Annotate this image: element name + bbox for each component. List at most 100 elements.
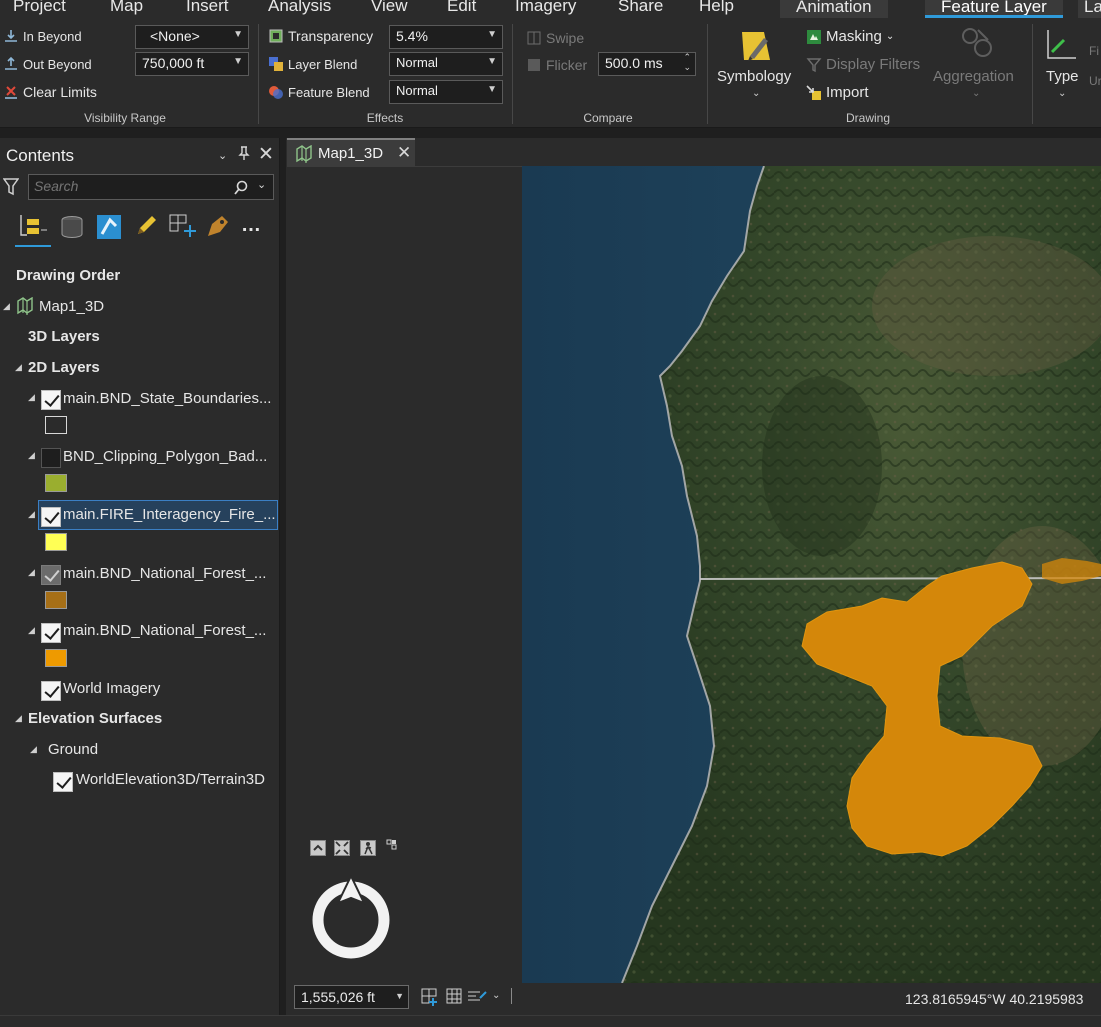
collapse-triangle-icon[interactable]: ◢ bbox=[15, 713, 22, 724]
layer-blend-combo[interactable]: Normal ▼ bbox=[389, 52, 503, 76]
grid-icon[interactable] bbox=[446, 988, 462, 1007]
feature-blend-combo[interactable]: Normal ▼ bbox=[389, 80, 503, 104]
list-by-labeling-icon[interactable] bbox=[206, 214, 230, 241]
flicker-interval-input[interactable]: 500.0 ms ⌃ ⌄ bbox=[598, 52, 696, 76]
layer-visibility-checkbox[interactable] bbox=[53, 772, 73, 792]
drawing-order-heading: Drawing Order bbox=[16, 267, 121, 284]
layer-national-forest-2[interactable]: main.BND_National_Forest_... bbox=[63, 622, 266, 639]
tab-analysis[interactable]: Analysis bbox=[268, 0, 331, 16]
collapse-triangle-icon[interactable]: ◢ bbox=[28, 509, 35, 520]
navigator-compass-icon[interactable] bbox=[308, 872, 394, 962]
in-beyond-combo[interactable]: <None> ▼ bbox=[135, 25, 249, 49]
out-beyond-combo[interactable]: 750,000 ft ▼ bbox=[135, 52, 249, 76]
collapse-triangle-icon[interactable]: ◢ bbox=[28, 450, 35, 461]
collapse-triangle-icon[interactable]: ◢ bbox=[15, 362, 22, 373]
layer-swatch[interactable] bbox=[45, 649, 67, 667]
layer-visibility-checkbox[interactable] bbox=[41, 390, 61, 410]
tree-elevation-surfaces[interactable]: Elevation Surfaces bbox=[28, 710, 162, 727]
transparency-combo[interactable]: 5.4% ▼ bbox=[389, 25, 503, 49]
import-button[interactable]: Import bbox=[806, 84, 869, 101]
field-button-partial[interactable]: Fi bbox=[1089, 44, 1099, 58]
close-icon[interactable]: ✕ bbox=[258, 143, 274, 166]
tab-animation[interactable]: Animation bbox=[780, 0, 888, 18]
collapse-triangle-icon[interactable]: ◢ bbox=[3, 301, 10, 312]
collapse-triangle-icon[interactable]: ◢ bbox=[28, 567, 35, 578]
tab-imagery[interactable]: Imagery bbox=[515, 0, 576, 16]
list-by-selection-icon[interactable] bbox=[96, 214, 122, 243]
tab-project[interactable]: Project bbox=[13, 0, 66, 16]
chevron-down-icon[interactable]: ⌄ bbox=[1058, 88, 1066, 99]
layer-visibility-checkbox[interactable] bbox=[41, 507, 61, 527]
layer-world-imagery[interactable]: World Imagery bbox=[63, 680, 160, 697]
layer-visibility-checkbox[interactable] bbox=[41, 681, 61, 701]
close-icon[interactable]: ✕ bbox=[397, 143, 411, 163]
list-by-drawing-order-icon[interactable] bbox=[18, 213, 48, 242]
spinner-icon[interactable]: ⌃ ⌄ bbox=[683, 52, 691, 72]
masking-button[interactable]: Masking ⌄ bbox=[806, 28, 894, 45]
chevron-down-icon: ▼ bbox=[487, 29, 497, 40]
layer-swatch[interactable] bbox=[45, 533, 67, 551]
display-filters-button[interactable]: Display Filters bbox=[806, 56, 920, 73]
correction-icon[interactable] bbox=[467, 988, 487, 1007]
contents-search[interactable]: ⌄ bbox=[28, 174, 274, 200]
list-by-data-source-icon[interactable] bbox=[60, 215, 84, 242]
more-icon[interactable]: … bbox=[241, 214, 261, 237]
layer-visibility-checkbox[interactable] bbox=[41, 565, 61, 585]
tab-map1-3d[interactable]: Map1_3D ✕ bbox=[287, 138, 415, 166]
tree-2d-layers[interactable]: 2D Layers bbox=[28, 359, 100, 376]
type-button[interactable]: Type bbox=[1046, 68, 1079, 85]
compare-group-label: Compare bbox=[583, 111, 633, 125]
tree-map-name[interactable]: Map1_3D bbox=[39, 298, 104, 315]
pin-icon[interactable] bbox=[238, 146, 250, 164]
swipe-button[interactable]: Swipe bbox=[526, 30, 584, 46]
layer-swatch[interactable] bbox=[45, 474, 67, 492]
clear-limits-button[interactable]: Clear Limits bbox=[3, 84, 97, 100]
tab-help[interactable]: Help bbox=[699, 0, 734, 16]
list-by-snapping-icon[interactable] bbox=[168, 213, 196, 242]
layer-swatch[interactable] bbox=[45, 416, 67, 434]
layer-national-forest-1[interactable]: main.BND_National_Forest_... bbox=[63, 565, 266, 582]
map-scale-combo[interactable]: 1,555,026 ft ▼ bbox=[294, 985, 409, 1009]
navigator-expand-icon[interactable] bbox=[310, 840, 326, 856]
tab-edit[interactable]: Edit bbox=[447, 0, 476, 16]
aggregation-button[interactable]: Aggregation bbox=[933, 68, 1014, 85]
collapse-triangle-icon[interactable]: ◢ bbox=[28, 625, 35, 636]
first-person-icon[interactable] bbox=[360, 840, 376, 856]
navigator-options-icon[interactable] bbox=[386, 838, 398, 854]
list-by-editing-icon[interactable] bbox=[134, 214, 158, 241]
ribbon-separator bbox=[1032, 24, 1033, 124]
collapse-triangle-icon[interactable]: ◢ bbox=[30, 744, 37, 755]
search-input[interactable] bbox=[34, 178, 224, 194]
unique-values-button-partial[interactable]: Ur bbox=[1089, 74, 1101, 88]
layer-visibility-checkbox[interactable] bbox=[41, 623, 61, 643]
chevron-down-icon[interactable]: ⌄ bbox=[972, 88, 980, 99]
tree-3d-layers[interactable]: 3D Layers bbox=[28, 328, 100, 345]
map-canvas[interactable] bbox=[522, 166, 1101, 983]
symbology-label[interactable]: Symbology bbox=[717, 68, 791, 85]
layer-fire-interagency[interactable]: main.FIRE_Interagency_Fire_... bbox=[63, 506, 276, 523]
search-icon[interactable] bbox=[233, 180, 249, 196]
collapse-triangle-icon[interactable]: ◢ bbox=[28, 392, 35, 403]
chevron-down-icon[interactable]: ⌄ bbox=[492, 990, 500, 1001]
tab-map[interactable]: Map bbox=[110, 0, 143, 16]
zoom-in-beyond-icon bbox=[5, 30, 17, 42]
tree-ground[interactable]: Ground bbox=[48, 741, 98, 758]
layer-swatch[interactable] bbox=[45, 591, 67, 609]
tab-share[interactable]: Share bbox=[618, 0, 663, 16]
layer-state-boundaries[interactable]: main.BND_State_Boundaries... bbox=[63, 390, 271, 407]
tab-labeling[interactable]: La bbox=[1078, 0, 1101, 18]
filter-icon[interactable] bbox=[2, 178, 20, 199]
tab-view[interactable]: View bbox=[371, 0, 408, 16]
chevron-down-icon[interactable]: ⌄ bbox=[752, 88, 760, 99]
tab-feature-layer[interactable]: Feature Layer bbox=[925, 0, 1063, 18]
layer-visibility-checkbox[interactable] bbox=[41, 448, 61, 468]
full-extent-icon[interactable] bbox=[334, 840, 350, 856]
chevron-down-icon: ▼ bbox=[233, 29, 243, 40]
chevron-down-icon[interactable]: ⌄ bbox=[257, 178, 266, 191]
symbology-button[interactable] bbox=[736, 26, 776, 69]
layer-terrain3d[interactable]: WorldElevation3D/Terrain3D bbox=[76, 771, 265, 788]
tab-insert[interactable]: Insert bbox=[186, 0, 229, 16]
layer-clipping-polygon[interactable]: BND_Clipping_Polygon_Bad... bbox=[63, 448, 267, 465]
snapping-icon[interactable] bbox=[421, 988, 439, 1009]
pane-options-icon[interactable]: ⌄ bbox=[218, 149, 227, 162]
